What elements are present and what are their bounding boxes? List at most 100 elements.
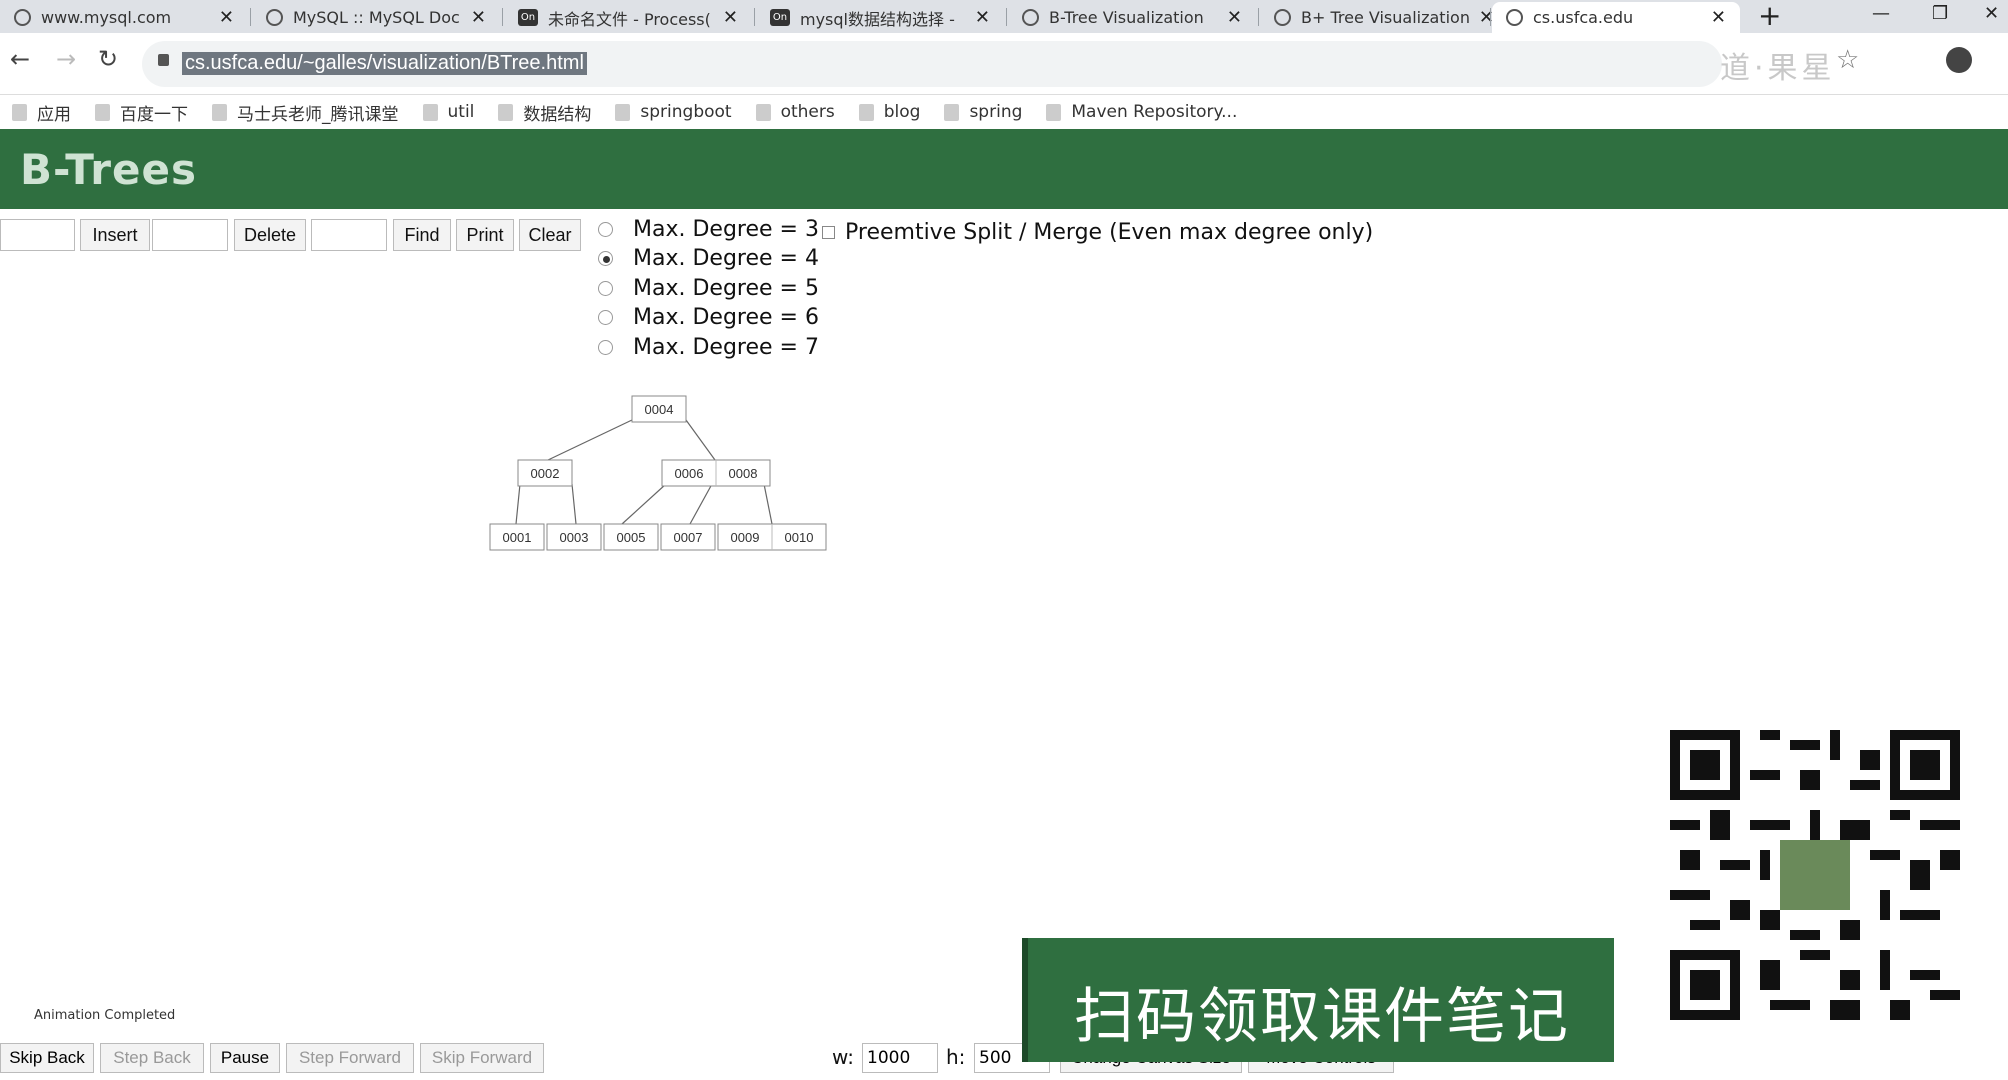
radio-button[interactable] <box>598 222 613 237</box>
tree-key: 0004 <box>645 402 674 417</box>
skip-forward-button[interactable]: Skip Forward <box>420 1043 544 1073</box>
tab-separator <box>1490 8 1491 26</box>
bookmark-mashibing[interactable]: 马士兵老师_腾讯课堂 <box>212 100 399 125</box>
tab-mysql-doc[interactable]: MySQL :: MySQL Doc ✕ <box>252 2 500 33</box>
radio-button[interactable] <box>598 281 613 296</box>
bookmark-star-icon[interactable]: ☆ <box>1836 45 1859 75</box>
tree-edge <box>571 483 577 525</box>
tab-processon-untitled[interactable]: On 未命名文件 - Process( ✕ <box>504 2 752 33</box>
step-back-button[interactable]: Step Back <box>100 1043 204 1073</box>
close-tab-icon[interactable]: ✕ <box>1227 7 1242 28</box>
skip-back-button[interactable]: Skip Back <box>0 1043 94 1073</box>
tab-bplustree-visualization[interactable]: B+ Tree Visualization ✕ <box>1260 2 1508 33</box>
radio-button[interactable] <box>598 340 613 355</box>
bookmark-util[interactable]: util <box>422 102 474 122</box>
width-label: w: <box>832 1045 855 1069</box>
minimize-button[interactable]: — <box>1872 0 1890 28</box>
close-tab-icon[interactable]: ✕ <box>975 7 990 28</box>
bookmark-label: others <box>780 102 835 122</box>
pause-button[interactable]: Pause <box>210 1043 280 1073</box>
bookmark-blog[interactable]: blog <box>858 102 920 122</box>
close-window-button[interactable]: ✕ <box>1984 0 1999 28</box>
tab-label: MySQL :: MySQL Doc <box>293 8 460 27</box>
tab-label: B+ Tree Visualization <box>1301 8 1470 27</box>
tree-key: 0010 <box>785 530 814 545</box>
tree-edge <box>763 483 773 525</box>
bookmark-springboot[interactable]: springboot <box>615 102 732 122</box>
tree-key: 0005 <box>617 530 646 545</box>
close-tab-icon[interactable]: ✕ <box>471 7 486 28</box>
preemptive-checkbox[interactable] <box>822 226 835 239</box>
bookmark-maven[interactable]: Maven Repository... <box>1046 102 1237 122</box>
new-tab-button[interactable]: + <box>1758 0 1781 32</box>
tree-edge <box>621 483 667 525</box>
profile-avatar[interactable] <box>1946 47 1972 73</box>
close-tab-icon[interactable]: ✕ <box>723 7 738 28</box>
tree-key: 0008 <box>729 466 758 481</box>
tab-strip: www.mysql.com ✕ MySQL :: MySQL Doc ✕ On … <box>0 0 2008 33</box>
radio-button[interactable] <box>598 251 613 266</box>
tab-cs-usfca[interactable]: cs.usfca.edu ✕ <box>1492 2 1740 33</box>
bookmark-label: 数据结构 <box>523 104 592 125</box>
folder-icon <box>422 103 438 121</box>
insert-input[interactable] <box>0 219 75 251</box>
browser-toolbar: ← → ↻ cs.usfca.edu/~galles/visualization… <box>0 33 2008 95</box>
close-tab-icon[interactable]: ✕ <box>219 7 234 28</box>
insert-button[interactable]: Insert <box>80 219 150 251</box>
find-button[interactable]: Find <box>393 219 451 251</box>
preemptive-option[interactable]: Preemtive Split / Merge (Even max degree… <box>822 220 1373 245</box>
bookmark-others[interactable]: others <box>755 102 835 122</box>
close-tab-icon[interactable]: ✕ <box>1711 7 1726 28</box>
apps-icon <box>12 103 27 121</box>
find-input[interactable] <box>311 219 387 251</box>
folder-icon <box>944 103 960 121</box>
step-forward-button[interactable]: Step Forward <box>286 1043 414 1073</box>
tab-btree-visualization[interactable]: B-Tree Visualization ✕ <box>1008 2 1256 33</box>
tree-edge <box>547 419 633 461</box>
tab-label: www.mysql.com <box>41 8 172 27</box>
reload-icon[interactable]: ↻ <box>98 45 118 73</box>
delete-input[interactable] <box>152 219 228 251</box>
degree-label: Max. Degree = 5 <box>633 276 819 301</box>
folder-icon <box>755 103 771 121</box>
degree-option-6[interactable]: Max. Degree = 6 <box>598 305 819 330</box>
print-button[interactable]: Print <box>456 219 514 251</box>
bookmark-label: 应用 <box>37 104 71 125</box>
forward-icon[interactable]: → <box>56 45 76 73</box>
canvas-width-input[interactable]: 1000 <box>862 1043 938 1073</box>
degree-option-3[interactable]: Max. Degree = 3 <box>598 217 819 242</box>
radio-button[interactable] <box>598 310 613 325</box>
bookmark-label: 百度一下 <box>120 104 188 125</box>
back-icon[interactable]: ← <box>10 45 30 73</box>
maven-icon <box>1046 103 1062 121</box>
processon-icon: On <box>770 9 790 26</box>
delete-button[interactable]: Delete <box>234 219 306 251</box>
qr-code-image <box>1670 730 1960 1020</box>
bookmark-apps[interactable]: 应用 <box>12 100 71 125</box>
clear-button[interactable]: Clear <box>519 219 581 251</box>
tab-separator <box>1258 8 1259 26</box>
bookmark-baidu[interactable]: 百度一下 <box>95 100 188 125</box>
tab-mysql[interactable]: www.mysql.com ✕ <box>0 2 248 33</box>
restore-button[interactable]: ❐ <box>1932 0 1948 28</box>
tree-key: 0009 <box>731 530 760 545</box>
bookmark-label: springboot <box>640 102 732 122</box>
tab-label: B-Tree Visualization <box>1049 8 1204 27</box>
bookmark-spring[interactable]: spring <box>944 102 1022 122</box>
bookmark-data-structures[interactable]: 数据结构 <box>498 100 591 125</box>
degree-option-4[interactable]: Max. Degree = 4 <box>598 246 819 271</box>
degree-label: Max. Degree = 6 <box>633 305 819 330</box>
tree-key: 0002 <box>531 466 560 481</box>
tab-processon-mysql[interactable]: On mysql数据结构选择 - ✕ <box>756 2 1004 33</box>
degree-label: Max. Degree = 7 <box>633 335 819 360</box>
url-text[interactable]: cs.usfca.edu/~galles/visualization/BTree… <box>182 52 587 75</box>
address-bar[interactable]: cs.usfca.edu/~galles/visualization/BTree… <box>142 41 1722 87</box>
tab-separator <box>1006 8 1007 26</box>
folder-icon <box>615 103 631 121</box>
height-label: h: <box>946 1045 966 1069</box>
globe-icon <box>14 9 31 26</box>
bookmark-label: spring <box>969 102 1023 122</box>
degree-option-7[interactable]: Max. Degree = 7 <box>598 335 819 360</box>
degree-option-5[interactable]: Max. Degree = 5 <box>598 276 819 301</box>
tab-label: 未命名文件 - Process( <box>548 9 711 29</box>
